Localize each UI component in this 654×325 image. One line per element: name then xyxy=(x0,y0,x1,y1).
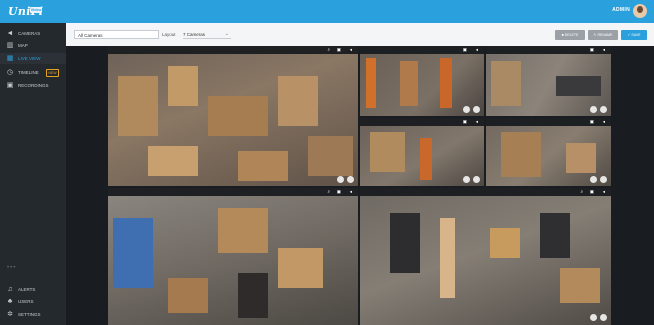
sidebar-item-settings[interactable]: ✲ SETTINGS xyxy=(0,309,66,320)
layout-label: Layout xyxy=(162,32,176,37)
settings-icon[interactable] xyxy=(347,176,354,183)
sidebar-item-label: RECORDINGS xyxy=(18,83,49,88)
camera-feed-4[interactable]: ▣ ◂ xyxy=(360,118,484,186)
clock-icon: ◷ xyxy=(6,69,14,76)
grid-icon: ▦ xyxy=(6,55,14,62)
map-icon: ▥ xyxy=(6,42,14,49)
recordings-icon: ▣ xyxy=(6,82,14,89)
snapshot-icon[interactable]: ▣ xyxy=(463,47,467,53)
speaker-icon[interactable]: ◂ xyxy=(350,47,352,53)
settings-icon[interactable] xyxy=(473,176,480,183)
sidebar-item-label: CAMERAS xyxy=(18,31,41,36)
save-label: SAVE xyxy=(631,33,641,37)
sidebar-item-map[interactable]: ▥ MAP xyxy=(0,40,66,51)
sidebar-item-label: USERS xyxy=(18,299,34,304)
settings-icon[interactable] xyxy=(600,106,607,113)
chevron-down-icon: ⌄ xyxy=(224,31,229,37)
snapshot-icon[interactable]: ▣ xyxy=(590,189,594,195)
camera-grid: ⌕ ▣ ◂ ▣ ◂ ▣ ◂ ▣ ◂ ▣ ◂ ⌕ ▣ ◂ ⌕ ▣ ◂ xyxy=(108,46,611,325)
gear-icon: ✲ xyxy=(7,311,13,318)
speaker-icon[interactable]: ◂ xyxy=(476,119,478,125)
sidebar-item-label: LIVE VIEW xyxy=(18,56,41,61)
camera-feed-5[interactable]: ▣ ◂ xyxy=(486,118,611,186)
sidebar-item-live-view[interactable]: ▦ LIVE VIEW xyxy=(0,53,66,64)
camera-feed-6[interactable]: ⌕ ▣ ◂ xyxy=(108,188,358,325)
app-window: UniFi Video ADMIN ◄ CAMERAS ▥ MAP ▦ LIVE… xyxy=(0,0,654,325)
camera-icon: ◄ xyxy=(6,30,14,37)
snapshot-icon[interactable]: ▣ xyxy=(590,47,594,53)
sidebar-item-label: MAP xyxy=(18,43,28,48)
speaker-icon[interactable]: ◂ xyxy=(603,189,605,195)
bell-icon: ♫ xyxy=(7,286,13,293)
snapshot-icon[interactable]: ▣ xyxy=(590,119,594,125)
camera-feed-1[interactable]: ⌕ ▣ ◂ xyxy=(108,46,358,186)
speaker-icon[interactable]: ◂ xyxy=(476,47,478,53)
sidebar: ◄ CAMERAS ▥ MAP ▦ LIVE VIEW ◷ TIMELINE N… xyxy=(0,23,66,325)
snapshot-icon[interactable]: ▣ xyxy=(337,47,341,53)
camera-header: ▣ ◂ xyxy=(486,118,611,126)
rename-label: RENAME xyxy=(597,33,613,37)
layout-value: 7 Cameras xyxy=(183,32,206,37)
user-name[interactable]: ADMIN xyxy=(612,7,630,13)
sidebar-item-label: ALERTS xyxy=(18,287,36,292)
camera-feed-2[interactable]: ▣ ◂ xyxy=(360,46,484,116)
camera-filter-select[interactable]: All Cameras xyxy=(74,30,159,39)
speaker-icon[interactable]: ◂ xyxy=(603,47,605,53)
playback-icon[interactable] xyxy=(590,176,597,183)
liveview-toolbar: All Cameras Layout 7 Cameras ⌄ ■ DELETE … xyxy=(66,23,654,47)
camera-header: ⌕ ▣ ◂ xyxy=(108,188,358,196)
camera-header: ⌕ ▣ ◂ xyxy=(360,188,611,196)
sidebar-item-users[interactable]: ♣ USERS xyxy=(0,296,66,307)
sidebar-item-recordings[interactable]: ▣ RECORDINGS xyxy=(0,80,66,91)
top-header: UniFi Video ADMIN xyxy=(0,0,654,23)
camera-header: ▣ ◂ xyxy=(360,46,484,54)
more-icon[interactable]: ••• xyxy=(7,265,16,271)
camera-header: ⌕ ▣ ◂ xyxy=(108,46,358,54)
camera-feed-7[interactable]: ⌕ ▣ ◂ xyxy=(360,188,611,325)
users-icon: ♣ xyxy=(7,298,13,305)
video-badge: Video xyxy=(30,7,42,13)
zoom-icon[interactable]: ⌕ xyxy=(327,189,330,195)
camera-header: ▣ ◂ xyxy=(360,118,484,126)
playback-icon[interactable] xyxy=(463,106,470,113)
delete-label: DELETE xyxy=(564,33,579,37)
playback-icon[interactable] xyxy=(463,176,470,183)
sidebar-item-alerts[interactable]: ♫ ALERTS xyxy=(0,284,66,295)
snapshot-icon[interactable]: ▣ xyxy=(463,119,467,125)
avatar[interactable] xyxy=(633,4,647,18)
sidebar-item-label: TIMELINE xyxy=(18,70,39,75)
settings-icon[interactable] xyxy=(600,314,607,321)
sidebar-item-timeline[interactable]: ◷ TIMELINE NEW xyxy=(0,67,66,78)
camera-header: ▣ ◂ xyxy=(486,46,611,54)
zoom-icon[interactable]: ⌕ xyxy=(580,189,583,195)
zoom-icon[interactable]: ⌕ xyxy=(327,47,330,53)
camera-feed-3[interactable]: ▣ ◂ xyxy=(486,46,611,116)
new-badge: NEW xyxy=(46,69,59,77)
playback-icon[interactable] xyxy=(337,176,344,183)
sidebar-item-cameras[interactable]: ◄ CAMERAS xyxy=(0,28,66,39)
snapshot-icon[interactable]: ▣ xyxy=(337,189,341,195)
speaker-icon[interactable]: ◂ xyxy=(350,189,352,195)
playback-icon[interactable] xyxy=(590,106,597,113)
speaker-icon[interactable]: ◂ xyxy=(603,119,605,125)
playback-icon[interactable] xyxy=(590,314,597,321)
settings-icon[interactable] xyxy=(600,176,607,183)
save-button[interactable]: ✓ SAVE xyxy=(621,30,647,40)
settings-icon[interactable] xyxy=(473,106,480,113)
delete-button[interactable]: ■ DELETE xyxy=(555,30,585,40)
rename-button[interactable]: ✎ RENAME xyxy=(588,30,618,40)
sidebar-item-label: SETTINGS xyxy=(18,312,41,317)
layout-select[interactable]: 7 Cameras ⌄ xyxy=(183,30,231,39)
